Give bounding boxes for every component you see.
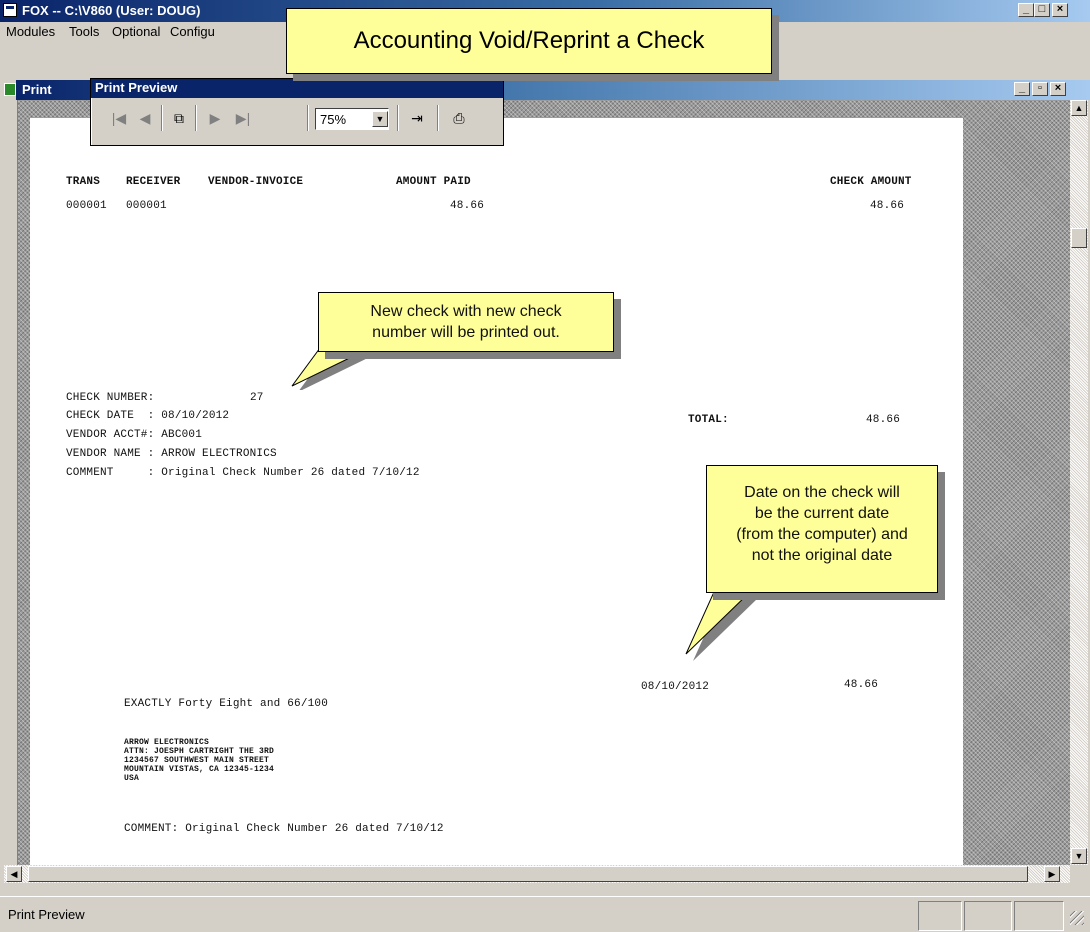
callout-pointer — [685, 591, 757, 661]
go-to-page-icon[interactable]: ⧉ — [167, 107, 191, 129]
first-page-icon[interactable]: |◀ — [107, 107, 131, 129]
status-bar: Print Preview — [0, 896, 1090, 932]
menu-configure[interactable]: Configu — [170, 24, 215, 39]
toolbar-separator — [195, 105, 197, 131]
close-button[interactable]: × — [1052, 3, 1068, 17]
header-receiver: RECEIVER — [126, 176, 181, 188]
toolbar-separator — [437, 105, 439, 131]
total-label: TOTAL: — [688, 414, 729, 426]
app-icon — [3, 3, 17, 17]
status-panel-2 — [964, 901, 1012, 931]
check-date: 08/10/2012 — [641, 681, 710, 693]
resize-grip-icon[interactable] — [1070, 911, 1084, 925]
check-number-value: 27 — [250, 392, 264, 404]
row-check-amount: 48.66 — [870, 200, 905, 212]
horizontal-scroll-thumb[interactable] — [28, 866, 1028, 882]
menu-modules[interactable]: Modules — [6, 24, 55, 39]
row-trans: 000001 — [66, 200, 107, 212]
address-line-3: 1234567 SOUTHWEST MAIN STREET — [124, 756, 270, 765]
menu-tools[interactable]: Tools — [69, 24, 99, 39]
menu-optional[interactable]: Optional — [112, 24, 160, 39]
date-note-callout: Date on the check will be the current da… — [706, 465, 938, 593]
row-receiver: 000001 — [126, 200, 167, 212]
chevron-down-icon[interactable]: ▼ — [372, 111, 388, 127]
callout-line: Date on the check will — [744, 484, 900, 501]
check-number-label: CHECK NUMBER: — [66, 392, 155, 404]
minimize-button[interactable]: _ — [1018, 3, 1034, 17]
address-line-2: ATTN: JOESPH CARTRIGHT THE 3RD — [124, 747, 275, 756]
callout-line: (from the computer) and — [736, 526, 908, 543]
window-title: FOX -- C:\V860 (User: DOUG) — [22, 3, 201, 18]
vendor-acct-line: VENDOR ACCT#: ABC001 — [66, 429, 203, 441]
check-amount: 48.66 — [844, 679, 879, 691]
scroll-up-button[interactable]: ▲ — [1071, 100, 1087, 116]
scroll-down-button[interactable]: ▼ — [1071, 848, 1087, 864]
new-check-callout: New check with new check number will be … — [318, 292, 614, 352]
scroll-corner — [1070, 865, 1088, 883]
horizontal-scrollbar[interactable]: ◀ ▶ — [4, 865, 1070, 883]
bottom-comment: COMMENT: Original Check Number 26 dated … — [124, 823, 444, 835]
header-vendor-invoice: VENDOR-INVOICE — [208, 176, 304, 188]
printer-icon[interactable]: ⎙ — [447, 107, 471, 129]
child-window-frame — [0, 100, 18, 865]
status-text: Print Preview — [8, 907, 85, 922]
toolbar-separator — [161, 105, 163, 131]
last-page-icon[interactable]: ▶| — [231, 107, 255, 129]
header-amount-paid: AMOUNT PAID — [396, 176, 471, 188]
callout-line: be the current date — [754, 505, 890, 522]
child-close-button[interactable]: × — [1050, 82, 1066, 96]
scroll-right-button[interactable]: ▶ — [1044, 866, 1060, 882]
status-panel-1 — [918, 901, 962, 931]
child-restore-button[interactable]: ▫ — [1032, 82, 1048, 96]
print-preview-toolbar: Print Preview |◀ ◀ ⧉ ▶ ▶| 75% ▼ ⇥ ⎙ — [90, 78, 504, 146]
callout-line: not the original date — [751, 547, 893, 564]
address-line-5: USA — [124, 774, 140, 783]
child-window-title: Print — [22, 82, 52, 97]
header-trans: TRANS — [66, 176, 101, 188]
vertical-scroll-thumb[interactable] — [1071, 228, 1087, 248]
status-panel-3 — [1014, 901, 1064, 931]
amount-in-words: EXACTLY Forty Eight and 66/100 — [124, 698, 329, 710]
callout-line: New check with new check — [370, 303, 562, 320]
print-preview-title: Print Preview — [91, 79, 503, 98]
vendor-name-line: VENDOR NAME : ARROW ELECTRONICS — [66, 448, 277, 460]
address-line-1: ARROW ELECTRONICS — [124, 738, 210, 747]
toolbar-separator — [397, 105, 399, 131]
comment-line: COMMENT : Original Check Number 26 dated… — [66, 467, 420, 479]
toolbar-separator — [307, 105, 309, 131]
check-date-line: CHECK DATE : 08/10/2012 — [66, 410, 230, 422]
child-minimize-button[interactable]: _ — [1014, 82, 1030, 96]
callout-line: number will be printed out. — [372, 324, 560, 341]
child-window-icon — [4, 83, 16, 96]
close-preview-icon[interactable]: ⇥ — [405, 107, 429, 129]
total-value: 48.66 — [866, 414, 901, 426]
next-page-icon[interactable]: ▶ — [203, 107, 227, 129]
scroll-left-button[interactable]: ◀ — [6, 866, 22, 882]
row-amount-paid: 48.66 — [450, 200, 485, 212]
previous-page-icon[interactable]: ◀ — [133, 107, 157, 129]
header-check-amount: CHECK AMOUNT — [830, 176, 912, 188]
maximize-button[interactable]: □ — [1034, 3, 1050, 17]
zoom-select[interactable]: 75% ▼ — [315, 108, 389, 130]
address-line-4: MOUNTAIN VISTAS, CA 12345-1234 — [124, 765, 275, 774]
zoom-value: 75% — [320, 112, 347, 127]
title-banner: Accounting Void/Reprint a Check — [286, 8, 772, 74]
vertical-scrollbar[interactable]: ▲ ▼ — [1070, 100, 1088, 865]
